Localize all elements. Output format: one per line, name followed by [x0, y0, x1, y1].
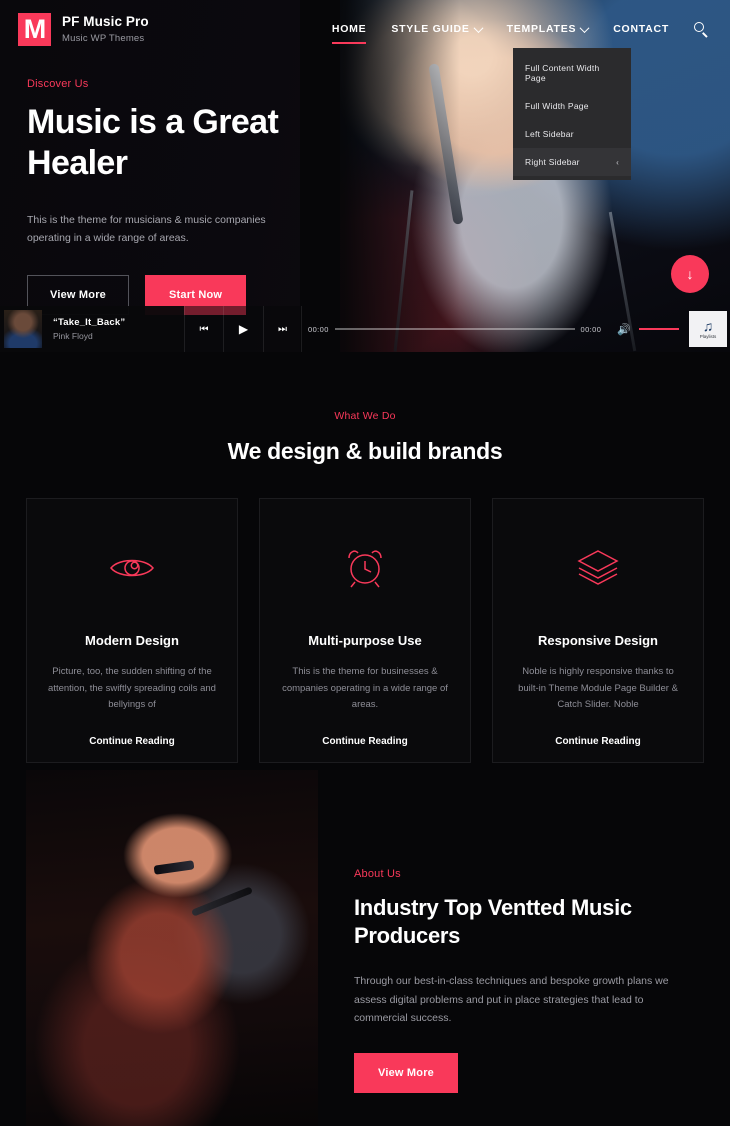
track-title: “Take_It_Back”: [53, 317, 126, 328]
services-section: What We Do We design & build brands Mode…: [0, 352, 730, 763]
service-card-title: Modern Design: [85, 633, 179, 648]
logo-mark: M: [18, 12, 51, 46]
playlist-icon: ♫: [702, 318, 714, 334]
dropdown-label: Left Sidebar: [525, 129, 574, 139]
track-artist: Pink Floyd: [53, 331, 93, 341]
dropdown-item-full-content-width-page[interactable]: Full Content Width Page: [513, 54, 631, 92]
previous-track-button[interactable]: ⏮: [184, 306, 223, 352]
playlists-label: Playlists: [699, 334, 717, 339]
continue-reading-link[interactable]: Continue Reading: [322, 736, 408, 747]
dropdown-label: Right Sidebar: [525, 157, 580, 167]
service-card-text: Noble is highly responsive thanks to bui…: [518, 666, 678, 711]
site-tagline: Music WP Themes: [62, 32, 145, 44]
sunglasses-decoration: [154, 859, 195, 875]
service-card-text: This is the theme for businesses & compa…: [282, 666, 448, 711]
dropdown-label: Full Width Page: [525, 101, 589, 111]
hero-description: This is the theme for musicians & music …: [27, 213, 266, 245]
hero-content: Discover Us Music is a Great Healer This…: [27, 78, 327, 315]
services-eyebrow: What We Do: [334, 410, 396, 422]
templates-dropdown-menu: Full Content Width Page Full Width Page …: [513, 48, 631, 180]
service-card-title: Responsive Design: [538, 633, 658, 648]
continue-reading-link[interactable]: Continue Reading: [89, 736, 175, 747]
arrow-down-icon: ↓: [686, 266, 694, 282]
hero-eyebrow: Discover Us: [27, 78, 89, 90]
eye-icon: [45, 543, 219, 593]
search-icon[interactable]: [694, 22, 708, 38]
alarm-clock-icon: [278, 543, 452, 593]
scroll-down-button[interactable]: ↓: [671, 255, 709, 293]
site-title: PF Music Pro: [62, 14, 149, 30]
music-player-bar: “Take_It_Back” Pink Floyd ⏮ ▶ ⏭ 00:00 00…: [0, 306, 730, 352]
chevron-down-icon: [473, 22, 484, 33]
dropdown-item-full-width-page[interactable]: Full Width Page: [513, 92, 631, 120]
volume-icon[interactable]: 🔊: [617, 323, 631, 336]
current-time-label: 00:00: [308, 324, 329, 334]
about-image: [26, 770, 318, 1126]
brand-logo-group[interactable]: M PF Music Pro Music WP Themes: [18, 12, 149, 46]
continue-reading-link[interactable]: Continue Reading: [555, 736, 641, 747]
service-card-title: Multi-purpose Use: [308, 633, 422, 648]
about-view-more-button[interactable]: View More: [354, 1053, 459, 1094]
volume-slider[interactable]: [639, 327, 679, 331]
about-section: About Us Industry Top Ventted Music Prod…: [0, 770, 730, 1126]
about-eyebrow: About Us: [354, 868, 401, 880]
about-content: About Us Industry Top Ventted Music Prod…: [354, 868, 702, 1094]
page-root: M PF Music Pro Music WP Themes HOME STYL…: [0, 0, 730, 1126]
player-transport-controls: ⏮ ▶ ⏭: [184, 306, 302, 352]
track-meta: “Take_It_Back” Pink Floyd: [53, 317, 125, 341]
service-card-text: Picture, too, the sudden shifting of the…: [48, 666, 216, 711]
microphone-decoration: [190, 886, 253, 917]
hero-title: Music is a Great Healer: [27, 103, 279, 183]
about-title: Industry Top Ventted Music Producers: [354, 895, 632, 949]
album-art-thumbnail: [4, 310, 42, 348]
service-card[interactable]: Modern Design Picture, too, the sudden s…: [26, 498, 238, 763]
total-time-label: 00:00: [580, 324, 602, 334]
dropdown-item-right-sidebar[interactable]: Right Sidebar ‹: [513, 148, 631, 176]
services-title: We design & build brands: [227, 438, 503, 464]
nav-item-style-guide[interactable]: STYLE GUIDE: [391, 22, 484, 35]
dropdown-item-left-sidebar[interactable]: Left Sidebar: [513, 120, 631, 148]
nav-label-templates: TEMPLATES: [506, 23, 577, 35]
services-card-grid: Modern Design Picture, too, the sudden s…: [0, 498, 730, 763]
player-track-info: “Take_It_Back” Pink Floyd: [0, 306, 184, 352]
nav-item-contact[interactable]: CONTACT: [613, 23, 669, 35]
seek-bar[interactable]: [334, 328, 575, 330]
chevron-left-icon: ‹: [616, 157, 619, 167]
playlists-button[interactable]: ♫ Playlists: [689, 311, 727, 347]
dropdown-label: Full Content Width Page: [525, 63, 600, 83]
play-button[interactable]: ▶: [223, 306, 263, 352]
chevron-down-icon: [579, 22, 590, 33]
nav-label-home: HOME: [331, 23, 367, 35]
nav-item-home[interactable]: HOME: [331, 23, 367, 44]
brand-text: PF Music Pro Music WP Themes: [62, 14, 149, 43]
nav-label-contact: CONTACT: [613, 23, 669, 35]
service-card[interactable]: Multi-purpose Use This is the theme for …: [259, 498, 471, 763]
nav-label-style-guide: STYLE GUIDE: [391, 23, 470, 35]
about-description: Through our best-in-class techniques and…: [354, 975, 669, 1025]
main-navigation: HOME STYLE GUIDE TEMPLATES CONTACT: [331, 22, 712, 44]
service-card[interactable]: Responsive Design Noble is highly respon…: [492, 498, 704, 763]
layers-icon: [511, 543, 685, 593]
next-track-button[interactable]: ⏭: [263, 306, 302, 352]
nav-item-templates[interactable]: TEMPLATES: [506, 22, 590, 35]
